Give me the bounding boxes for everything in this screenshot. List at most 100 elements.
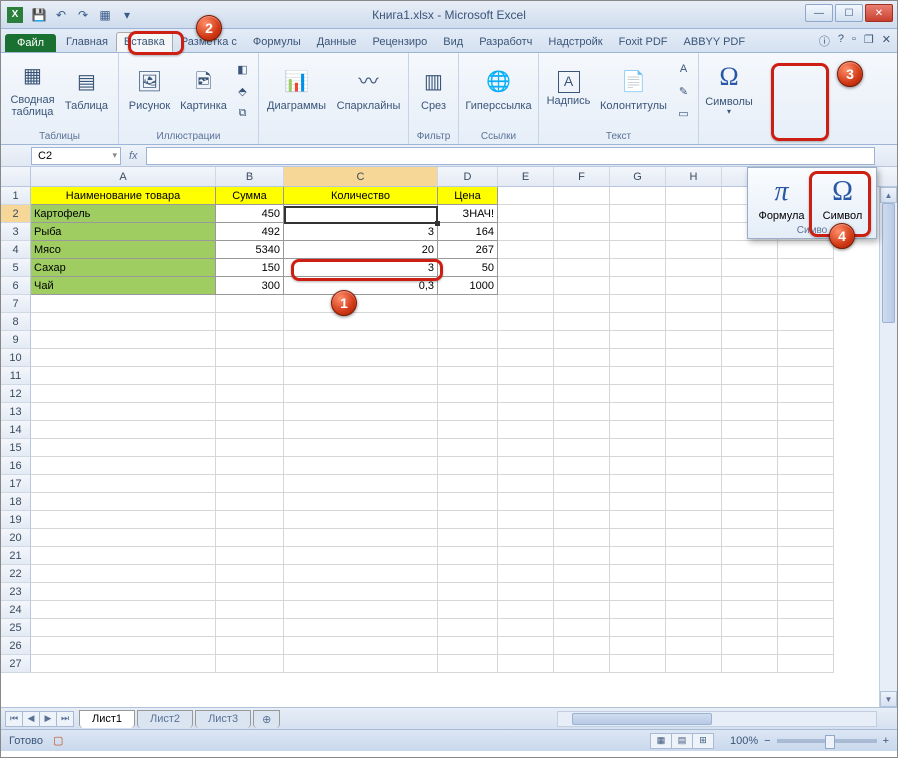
cell-D25[interactable] <box>438 619 498 637</box>
shapes-icon[interactable]: ◧ <box>233 59 253 79</box>
cell-F25[interactable] <box>554 619 610 637</box>
row-header[interactable]: 21 <box>1 547 31 565</box>
cell-I26[interactable] <box>722 637 778 655</box>
cell-G27[interactable] <box>610 655 666 673</box>
cell-C27[interactable] <box>284 655 438 673</box>
cell-A12[interactable] <box>31 385 216 403</box>
cell-J25[interactable] <box>778 619 834 637</box>
smartart-icon[interactable]: ⬘ <box>233 81 253 101</box>
cell-F7[interactable] <box>554 295 610 313</box>
cell-A8[interactable] <box>31 313 216 331</box>
cell-H3[interactable] <box>666 223 722 241</box>
cell-I22[interactable] <box>722 565 778 583</box>
cell-F23[interactable] <box>554 583 610 601</box>
screenshot-icon[interactable]: ⧉ <box>233 103 253 123</box>
cell-I19[interactable] <box>722 511 778 529</box>
qat-item[interactable]: ▦ <box>97 7 113 23</box>
cell-B10[interactable] <box>216 349 284 367</box>
cell-F11[interactable] <box>554 367 610 385</box>
cell-A4[interactable]: Мясо <box>31 241 216 259</box>
cell-F6[interactable] <box>554 277 610 295</box>
zoom-level[interactable]: 100% <box>730 735 758 747</box>
cell-C23[interactable] <box>284 583 438 601</box>
cell-J7[interactable] <box>778 295 834 313</box>
cell-H17[interactable] <box>666 475 722 493</box>
cell-F1[interactable] <box>554 187 610 205</box>
cell-A21[interactable] <box>31 547 216 565</box>
cell-A22[interactable] <box>31 565 216 583</box>
cell-I12[interactable] <box>722 385 778 403</box>
cell-G1[interactable] <box>610 187 666 205</box>
cell-C19[interactable] <box>284 511 438 529</box>
maximize-button[interactable]: ☐ <box>835 4 863 22</box>
cell-F12[interactable] <box>554 385 610 403</box>
column-header-E[interactable]: E <box>498 167 554 186</box>
cell-D4[interactable]: 267 <box>438 241 498 259</box>
row-header[interactable]: 20 <box>1 529 31 547</box>
cell-D6[interactable]: 1000 <box>438 277 498 295</box>
cell-J6[interactable] <box>778 277 834 295</box>
cell-D17[interactable] <box>438 475 498 493</box>
cell-C17[interactable] <box>284 475 438 493</box>
cell-B26[interactable] <box>216 637 284 655</box>
row-header[interactable]: 25 <box>1 619 31 637</box>
cell-A27[interactable] <box>31 655 216 673</box>
cell-I17[interactable] <box>722 475 778 493</box>
wordart-icon[interactable]: A <box>674 59 694 79</box>
cell-E12[interactable] <box>498 385 554 403</box>
undo-icon[interactable]: ↶ <box>53 7 69 23</box>
cell-B15[interactable] <box>216 439 284 457</box>
cell-H4[interactable] <box>666 241 722 259</box>
cell-A19[interactable] <box>31 511 216 529</box>
cell-C9[interactable] <box>284 331 438 349</box>
cell-A9[interactable] <box>31 331 216 349</box>
cell-A20[interactable] <box>31 529 216 547</box>
horizontal-scrollbar[interactable] <box>557 711 877 727</box>
cell-F10[interactable] <box>554 349 610 367</box>
cell-D9[interactable] <box>438 331 498 349</box>
charts-button[interactable]: 📊Диаграммы <box>264 55 330 123</box>
cell-G7[interactable] <box>610 295 666 313</box>
cell-H12[interactable] <box>666 385 722 403</box>
pivot-table-button[interactable]: ▦Сводная таблица <box>8 55 58 123</box>
cell-I11[interactable] <box>722 367 778 385</box>
row-header[interactable]: 5 <box>1 259 31 277</box>
cell-D1[interactable]: Цена <box>438 187 498 205</box>
cell-B23[interactable] <box>216 583 284 601</box>
column-header-B[interactable]: B <box>216 167 284 186</box>
cell-I14[interactable] <box>722 421 778 439</box>
cell-J26[interactable] <box>778 637 834 655</box>
cell-D15[interactable] <box>438 439 498 457</box>
cell-I23[interactable] <box>722 583 778 601</box>
cell-D27[interactable] <box>438 655 498 673</box>
ribbon-tab-данные[interactable]: Данные <box>309 32 365 52</box>
cell-F22[interactable] <box>554 565 610 583</box>
cell-G4[interactable] <box>610 241 666 259</box>
cell-B12[interactable] <box>216 385 284 403</box>
picture-button[interactable]: 🖼Рисунок <box>125 55 175 123</box>
column-header-C[interactable]: C <box>284 167 438 186</box>
cell-I18[interactable] <box>722 493 778 511</box>
cell-F2[interactable] <box>554 205 610 223</box>
new-sheet-button[interactable]: ⊕ <box>253 710 280 728</box>
cell-F26[interactable] <box>554 637 610 655</box>
cell-E1[interactable] <box>498 187 554 205</box>
cell-G10[interactable] <box>610 349 666 367</box>
cell-A13[interactable] <box>31 403 216 421</box>
cell-E8[interactable] <box>498 313 554 331</box>
cell-G6[interactable] <box>610 277 666 295</box>
cell-J15[interactable] <box>778 439 834 457</box>
cell-D16[interactable] <box>438 457 498 475</box>
cell-I5[interactable] <box>722 259 778 277</box>
column-header-G[interactable]: G <box>610 167 666 186</box>
cell-E20[interactable] <box>498 529 554 547</box>
sheet-nav-prev[interactable]: ◀ <box>22 711 40 727</box>
cell-E16[interactable] <box>498 457 554 475</box>
cell-B16[interactable] <box>216 457 284 475</box>
cell-F5[interactable] <box>554 259 610 277</box>
cell-C12[interactable] <box>284 385 438 403</box>
cell-C13[interactable] <box>284 403 438 421</box>
cell-F19[interactable] <box>554 511 610 529</box>
cell-A10[interactable] <box>31 349 216 367</box>
cell-E24[interactable] <box>498 601 554 619</box>
